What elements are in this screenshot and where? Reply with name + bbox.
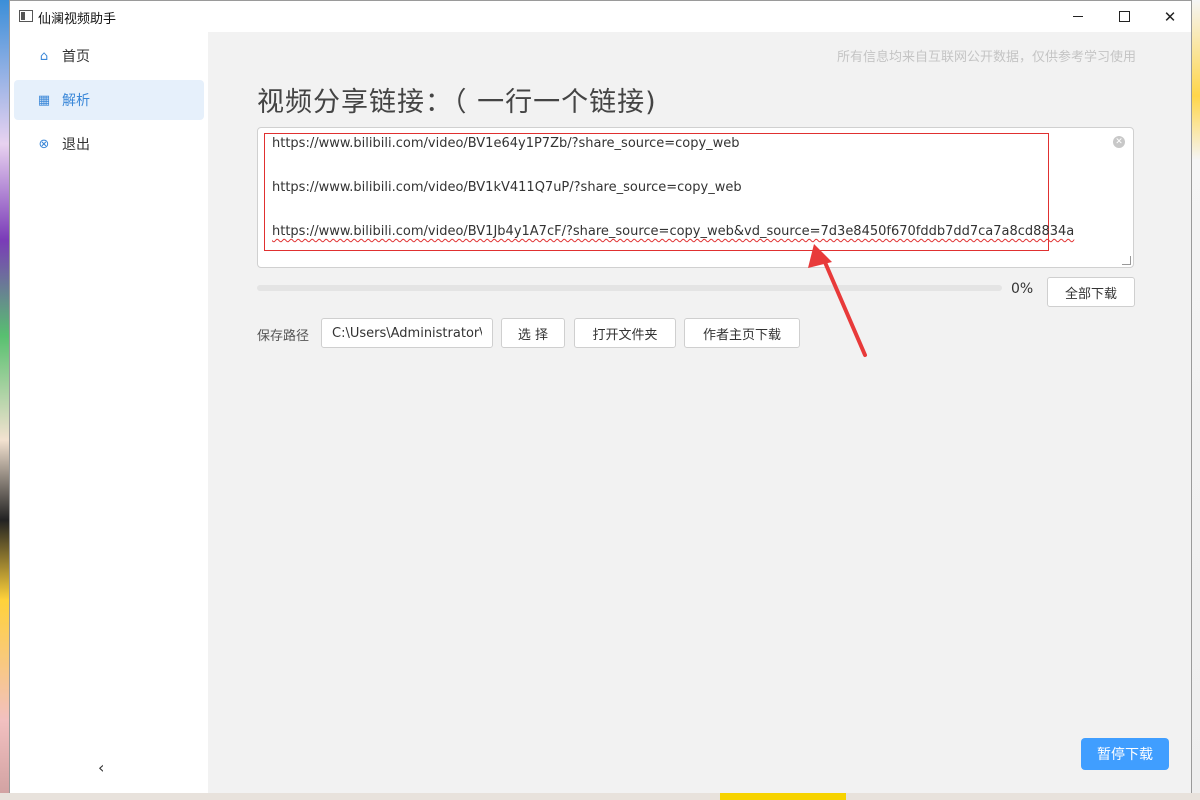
sidebar-item-label: 解析 xyxy=(62,93,90,109)
pause-download-button[interactable]: 暂停下载 xyxy=(1081,738,1169,770)
sidebar-item-home[interactable]: ⌂ 首页 xyxy=(14,36,204,76)
collapse-sidebar-icon[interactable]: ‹ xyxy=(98,758,104,777)
minimize-icon xyxy=(1073,16,1083,17)
maximize-icon xyxy=(1118,11,1130,22)
clear-icon[interactable]: ✕ xyxy=(1113,136,1125,148)
desktop-background-right xyxy=(1192,0,1200,800)
sidebar-item-exit[interactable]: ⊗ 退出 xyxy=(14,124,204,164)
main-panel: 所有信息均来自互联网公开数据，仅供参考学习使用 视频分享链接：（ 一行一个链接)… xyxy=(208,32,1191,793)
board-icon: ▦ xyxy=(37,92,51,108)
sidebar-item-parse[interactable]: ▦ 解析 xyxy=(14,80,204,120)
window-title: 仙澜视频助手 xyxy=(38,12,117,27)
link-line: https://www.bilibili.com/video/BV1e64y1P… xyxy=(272,136,740,151)
progress-percent: 0% xyxy=(1011,281,1034,297)
close-button[interactable]: ✕ xyxy=(1147,1,1193,32)
title-bar[interactable]: 仙澜视频助手 ✕ xyxy=(10,1,1191,32)
bank-icon: ⌂ xyxy=(39,48,49,64)
resize-handle[interactable] xyxy=(1122,256,1131,265)
link-line: https://www.bilibili.com/video/BV1kV411Q… xyxy=(272,180,742,195)
disclaimer-notice: 所有信息均来自互联网公开数据，仅供参考学习使用 xyxy=(836,50,1136,65)
save-path-input[interactable] xyxy=(321,318,493,348)
author-page-download-button[interactable]: 作者主页下载 xyxy=(684,318,800,348)
links-textarea[interactable]: https://www.bilibili.com/video/BV1e64y1P… xyxy=(257,127,1134,268)
app-icon xyxy=(19,10,33,22)
link-line: https://www.bilibili.com/video/BV1Jb4y1A… xyxy=(272,224,1075,239)
close-icon: ✕ xyxy=(1163,7,1177,26)
progress-bar xyxy=(257,285,1002,291)
page-title: 视频分享链接：（ 一行一个链接) xyxy=(257,87,657,118)
sidebar-item-label: 首页 xyxy=(62,49,90,65)
taskbar-highlight xyxy=(720,793,846,800)
save-path-label: 保存路径 xyxy=(257,329,310,344)
close-circle-icon: ⊗ xyxy=(38,136,50,152)
sidebar: ⌂ 首页 ▦ 解析 ⊗ 退出 ‹ xyxy=(10,32,208,793)
open-folder-button[interactable]: 打开文件夹 xyxy=(574,318,676,348)
sidebar-item-label: 退出 xyxy=(62,137,90,153)
minimize-button[interactable] xyxy=(1055,1,1101,32)
maximize-button[interactable] xyxy=(1101,1,1147,32)
desktop-background-left xyxy=(0,0,9,800)
download-all-button[interactable]: 全部下载 xyxy=(1047,277,1135,307)
select-folder-button[interactable]: 选 择 xyxy=(501,318,565,348)
app-window: 仙澜视频助手 ✕ ⌂ 首页 ▦ 解析 ⊗ 退出 ‹ 所有信息均来自互联网公开数据… xyxy=(9,0,1192,793)
desktop-background-bottom xyxy=(0,793,1200,800)
